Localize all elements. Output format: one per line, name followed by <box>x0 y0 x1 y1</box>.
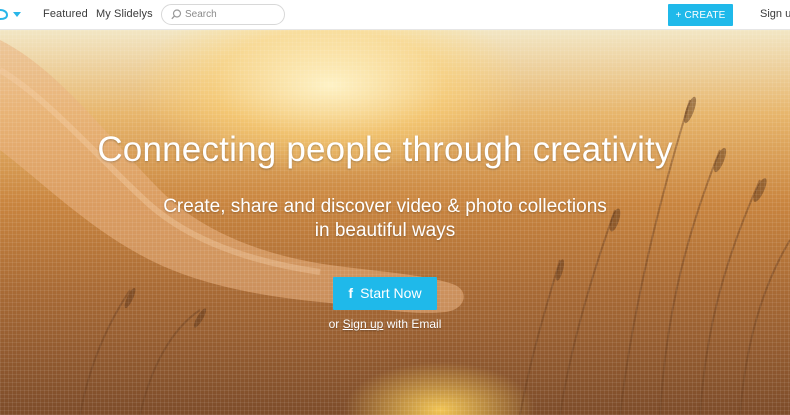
search-input[interactable] <box>185 7 279 22</box>
facebook-icon: f <box>348 285 354 301</box>
signup-link[interactable]: Sign up <box>760 8 790 20</box>
email-signup-suffix: with Email <box>386 317 442 331</box>
email-signup-prefix: or <box>328 317 340 331</box>
slidely-logo-icon[interactable] <box>0 7 8 21</box>
search-box[interactable] <box>161 4 285 25</box>
create-button[interactable]: + CREATE <box>668 4 733 26</box>
search-icon <box>171 9 182 20</box>
start-now-button[interactable]: f Start Now <box>333 277 437 310</box>
hero-subtitle: Create, share and discover video & photo… <box>0 195 770 243</box>
hero-section: Connecting people through creativity Cre… <box>0 30 790 415</box>
nav-my-slidelys-link[interactable]: My Slidelys <box>96 8 153 20</box>
hero-subtitle-line1: Create, share and discover video & photo… <box>163 196 607 217</box>
start-now-label: Start Now <box>360 285 422 301</box>
hero-title: Connecting people through creativity <box>97 130 673 169</box>
email-signup-link[interactable]: Sign up <box>343 317 384 331</box>
top-navbar: Featured My Slidelys + CREATE Sign up <box>0 0 790 30</box>
nav-featured-link[interactable]: Featured <box>43 8 88 20</box>
email-signup-line: or Sign up with Email <box>0 317 770 331</box>
hero-subtitle-line2: in beautiful ways <box>314 220 456 241</box>
caret-down-icon[interactable] <box>13 12 21 17</box>
